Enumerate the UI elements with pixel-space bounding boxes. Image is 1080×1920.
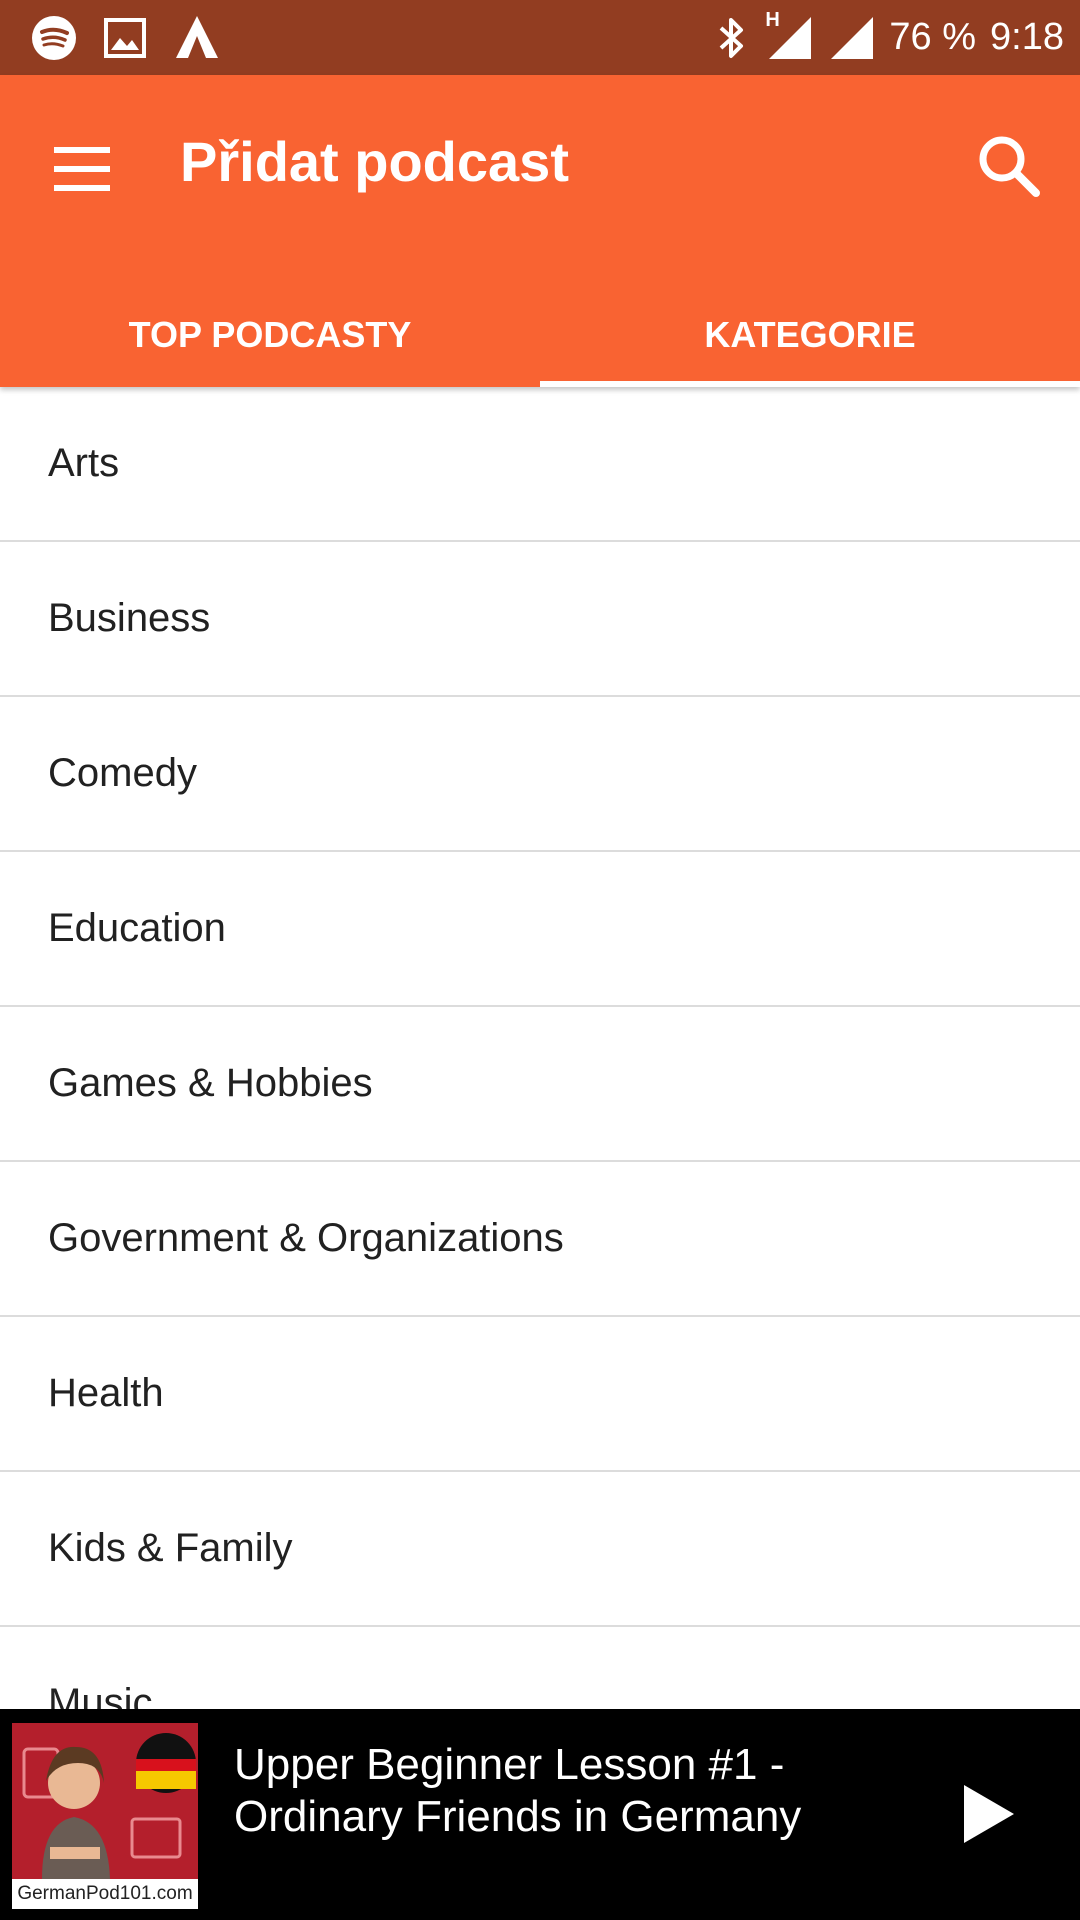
category-item-government[interactable]: Government & Organizations xyxy=(0,1162,1080,1317)
category-label: Health xyxy=(48,1371,164,1415)
tab-kategorie-label: KATEGORIE xyxy=(704,314,916,355)
category-item-kids-family[interactable]: Kids & Family xyxy=(0,1472,1080,1627)
podcast-artwork: GermanPod101.com xyxy=(12,1723,198,1909)
category-list: Arts Business Comedy Education Games & H… xyxy=(0,387,1080,1709)
category-item-comedy[interactable]: Comedy xyxy=(0,697,1080,852)
artwork-brand: GermanPod101.com xyxy=(12,1879,198,1909)
category-label: Government & Organizations xyxy=(48,1216,564,1260)
category-label: Education xyxy=(48,906,226,950)
bluetooth-icon xyxy=(720,17,744,58)
tab-top-podcasty[interactable]: TOP PODCASTY xyxy=(0,285,540,385)
track-title: Upper Beginner Lesson #1 - Ordinary Frie… xyxy=(234,1740,802,1841)
status-bar: H 76 % 9:18 xyxy=(0,0,1080,75)
menu-icon[interactable] xyxy=(52,139,112,199)
category-label: Kids & Family xyxy=(48,1526,293,1570)
spotify-icon xyxy=(32,16,76,60)
artwork-illustration xyxy=(12,1723,198,1879)
tab-indicator xyxy=(540,381,1080,387)
arrow-app-icon xyxy=(176,16,218,58)
category-item-business[interactable]: Business xyxy=(0,542,1080,697)
category-label: Music xyxy=(48,1681,153,1709)
gallery-icon xyxy=(104,18,146,58)
search-icon[interactable] xyxy=(974,131,1044,201)
app-bar: Přidat podcast TOP PODCASTY KATEGORIE xyxy=(0,75,1080,387)
page-title: Přidat podcast xyxy=(180,130,569,193)
category-item-education[interactable]: Education xyxy=(0,852,1080,1007)
category-label: Games & Hobbies xyxy=(48,1061,373,1105)
category-item-arts[interactable]: Arts xyxy=(0,387,1080,542)
tab-top-podcasty-label: TOP PODCASTY xyxy=(128,314,412,355)
category-label: Comedy xyxy=(48,751,197,795)
battery-percent: 76 % xyxy=(889,16,977,58)
category-label: Business xyxy=(48,596,211,640)
category-label: Arts xyxy=(48,441,120,485)
category-item-music[interactable]: Music xyxy=(0,1627,1080,1709)
tab-kategorie[interactable]: KATEGORIE xyxy=(540,285,1080,385)
status-right: H 76 % 9:18 xyxy=(711,0,1064,75)
category-item-health[interactable]: Health xyxy=(0,1317,1080,1472)
signal-icon-2 xyxy=(831,16,874,59)
category-item-games-hobbies[interactable]: Games & Hobbies xyxy=(0,1007,1080,1162)
play-icon[interactable] xyxy=(950,1779,1020,1849)
clock: 9:18 xyxy=(990,16,1064,58)
mini-player[interactable]: GermanPod101.com Upper Beginner Lesson #… xyxy=(0,1709,1080,1920)
signal-icon: H xyxy=(765,9,815,63)
